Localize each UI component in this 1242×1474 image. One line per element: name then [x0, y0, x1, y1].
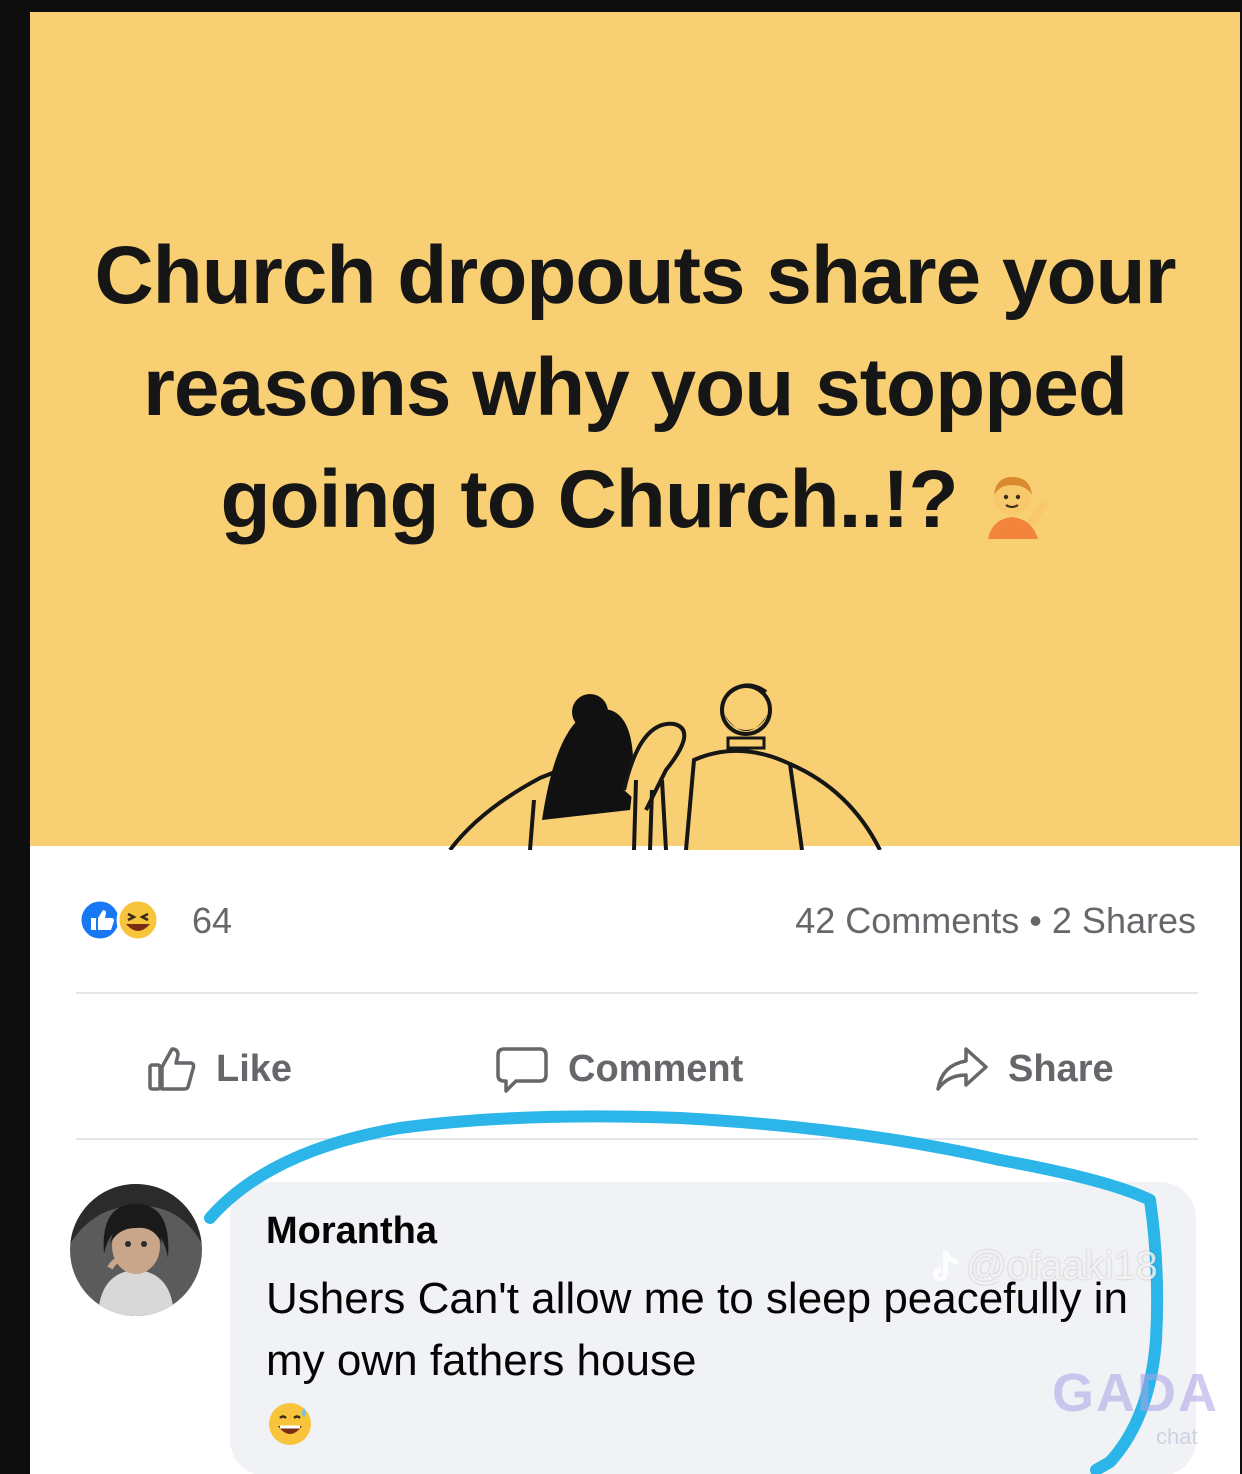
- share-label: Share: [1008, 1047, 1114, 1090]
- haha-reaction-icon: [116, 898, 160, 942]
- comment-section: Morantha Ushers Can't allow me to sleep …: [30, 1162, 1240, 1474]
- divider-top: [76, 992, 1198, 994]
- like-button[interactable]: Like: [146, 1034, 292, 1104]
- gada-watermark-domain: chat: [1156, 1424, 1198, 1449]
- share-arrow-icon: [936, 1047, 988, 1091]
- comment-bubble[interactable]: Morantha Ushers Can't allow me to sleep …: [230, 1182, 1196, 1474]
- comment-button[interactable]: Comment: [494, 1034, 743, 1104]
- tiktok-logo-icon: [933, 1250, 958, 1281]
- person-tipping-hand-emoji-icon: [987, 477, 1048, 540]
- share-button[interactable]: Share: [934, 1034, 1114, 1104]
- comments-shares-count[interactable]: 42 Comments • 2 Shares: [795, 900, 1196, 942]
- gada-watermark-logo: GADA: [1052, 1363, 1219, 1423]
- reaction-stats-row: 64 42 Comments • 2 Shares: [30, 888, 1240, 948]
- thumbs-up-icon: [148, 1047, 196, 1091]
- post-action-bar: Like Comment Share: [30, 1034, 1240, 1104]
- grinning-sweat-emoji-icon: [269, 1403, 311, 1445]
- couple-illustration: [448, 683, 882, 850]
- like-reaction-icon: [78, 898, 122, 942]
- post-title: Church dropouts share your reasons why y…: [90, 220, 1180, 556]
- tiktok-watermark: @ofaaki18: [930, 1244, 1158, 1289]
- watermark-handle-text: @ofaaki18: [966, 1244, 1158, 1288]
- post-image-card[interactable]: Church dropouts share your reasons why y…: [30, 12, 1240, 850]
- reaction-count[interactable]: 64: [192, 900, 232, 942]
- comment-bubble-icon: [496, 1047, 548, 1093]
- commenter-avatar[interactable]: [70, 1184, 202, 1316]
- comment-label: Comment: [568, 1047, 744, 1090]
- profile-photo-icon: [70, 1184, 202, 1316]
- comment-author-name[interactable]: Morantha: [266, 1210, 437, 1253]
- like-label: Like: [216, 1047, 293, 1090]
- divider-bottom: [76, 1138, 1198, 1140]
- reaction-icons[interactable]: [78, 898, 182, 942]
